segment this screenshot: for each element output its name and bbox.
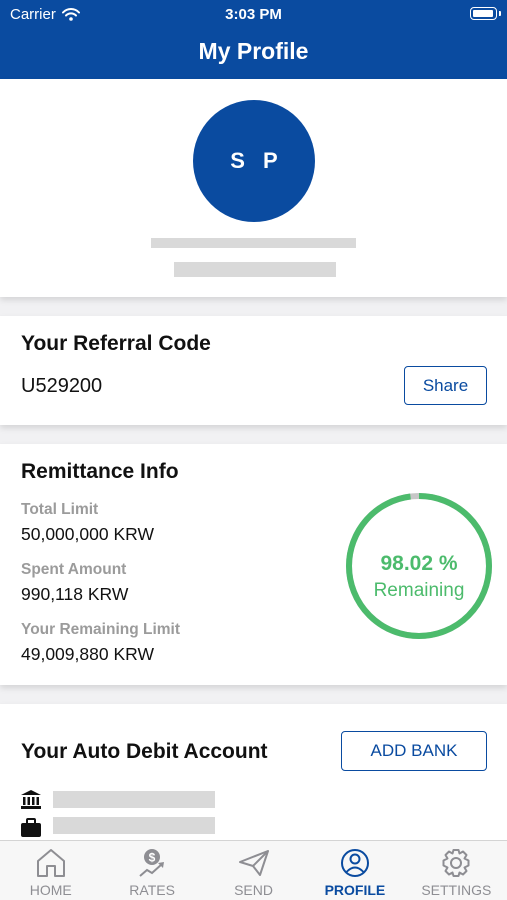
tab-send-label: SEND [234, 882, 273, 898]
home-icon [36, 849, 65, 877]
tab-home[interactable]: HOME [0, 841, 101, 900]
total-limit-label: Total Limit [21, 501, 99, 518]
add-bank-button[interactable]: ADD BANK [341, 731, 487, 771]
account-number-placeholder [53, 817, 215, 834]
avatar: S P [193, 100, 315, 222]
send-icon [238, 850, 269, 876]
tab-profile[interactable]: PROFILE [304, 841, 405, 900]
auto-debit-card: Your Auto Debit Account ADD BANK [0, 704, 507, 844]
tab-profile-label: PROFILE [324, 882, 386, 898]
tab-send[interactable]: SEND [203, 841, 304, 900]
spent-amount-value: 990,118 KRW [21, 584, 129, 604]
bank-name-placeholder [53, 791, 215, 808]
tab-settings[interactable]: SETTINGS [406, 841, 507, 900]
tab-rates-label: RATES [129, 882, 175, 898]
tab-rates[interactable]: $ RATES [101, 841, 202, 900]
tab-bar: HOME $ RATES SEND PROFILE SETTINGS [0, 840, 507, 900]
profile-icon [340, 849, 369, 877]
profile-name-placeholder [151, 238, 356, 248]
profile-detail-placeholder [174, 262, 336, 277]
status-time: 3:03 PM [225, 6, 282, 23]
svg-text:$: $ [149, 851, 156, 865]
remaining-limit-value: 49,009,880 KRW [21, 644, 154, 664]
referral-title: Your Referral Code [21, 332, 211, 355]
remaining-limit-label: Your Remaining Limit [21, 621, 181, 638]
tab-home-label: HOME [29, 882, 72, 898]
remaining-percent: 98.02 % [380, 552, 458, 575]
rates-icon: $ [139, 849, 165, 877]
briefcase-icon [21, 818, 41, 837]
battery-tip [499, 11, 501, 16]
profile-card: S P [0, 79, 507, 297]
spent-amount-label: Spent Amount [21, 561, 127, 578]
gauge-label: 98.02 % Remaining [345, 552, 493, 602]
gear-icon [442, 849, 470, 877]
remittance-title: Remittance Info [21, 460, 179, 483]
referral-code: U529200 [21, 375, 103, 397]
auto-debit-title: Your Auto Debit Account [21, 740, 268, 763]
remaining-caption: Remaining [373, 580, 465, 601]
share-button[interactable]: Share [404, 366, 487, 405]
total-limit-value: 50,000,000 KRW [21, 524, 154, 544]
page-title: My Profile [0, 28, 507, 79]
bank-icon [21, 790, 41, 809]
status-bar: Carrier 3:03 PM [0, 0, 507, 28]
battery-icon [470, 7, 497, 20]
remittance-card: Remittance Info Total Limit 50,000,000 K… [0, 444, 507, 685]
tab-settings-label: SETTINGS [421, 882, 492, 898]
referral-card: Your Referral Code U529200 Share [0, 316, 507, 425]
